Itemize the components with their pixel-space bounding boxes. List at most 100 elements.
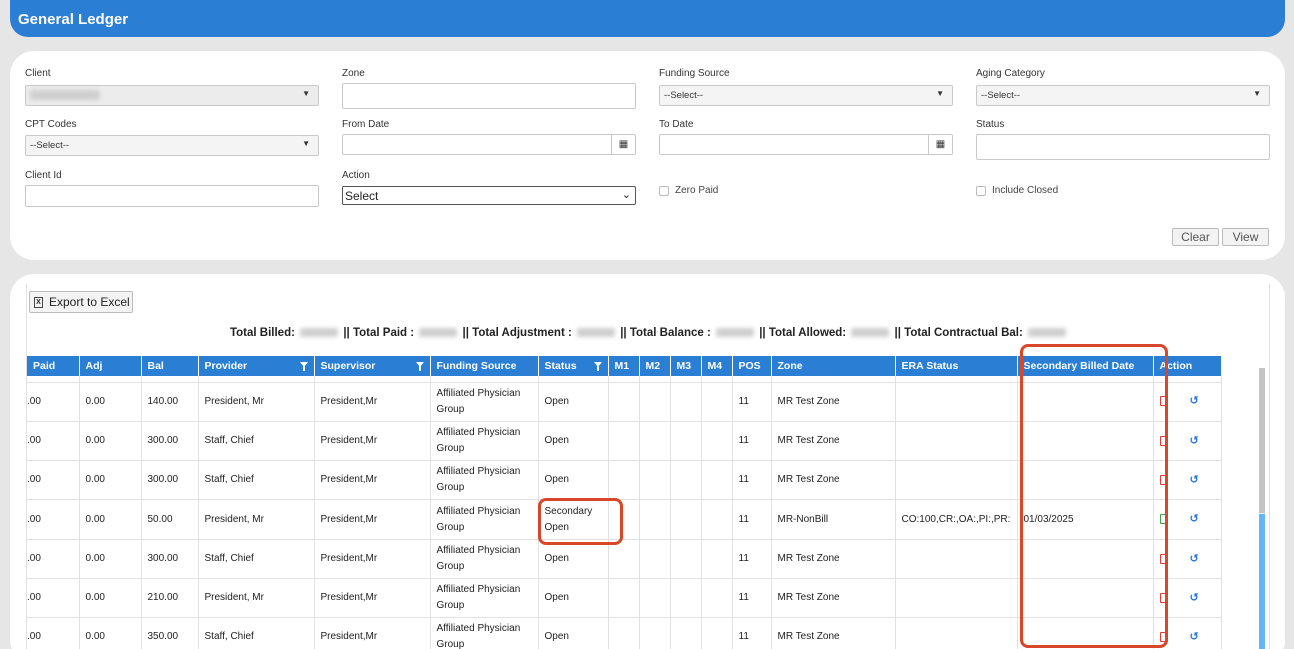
filter-icon[interactable] <box>415 362 424 371</box>
scrollbar-thumb[interactable] <box>1259 368 1265 513</box>
page-title: General Ledger <box>18 11 129 28</box>
column-header-status[interactable]: Status <box>538 356 609 376</box>
document-icon[interactable] <box>1159 592 1168 603</box>
table-row[interactable]: .00 0.00 50.00 President, Mr President,Mr Aff… <box>27 499 1222 540</box>
column-header-bal[interactable]: Bal <box>141 356 199 376</box>
client-select[interactable]: ▼ <box>25 85 319 106</box>
table-cell-empty <box>670 382 702 422</box>
document-icon[interactable] <box>1159 396 1168 407</box>
checkbox-box[interactable] <box>976 185 986 196</box>
table-row[interactable]: .00 0.00 300.00 Staff, Chief President,Mr Aff… <box>27 421 1222 462</box>
to-date-input[interactable]: ▦ <box>659 134 953 155</box>
table-cell-provider: Staff, Chief <box>198 617 315 649</box>
column-header-m4[interactable]: M4 <box>701 356 733 376</box>
blurred-value <box>716 328 754 338</box>
table-cell-supervisor: President,Mr <box>314 382 431 422</box>
total-paid-label: || Total Paid : <box>343 327 415 339</box>
table-row[interactable]: .00 0.00 350.00 Staff, Chief President,Mr Aff… <box>27 617 1222 649</box>
history-icon[interactable]: ↺ <box>1190 590 1199 606</box>
cpt-codes-select[interactable]: --Select-- ▼ <box>25 135 319 156</box>
column-header-secondary-billed-date[interactable]: Secondary Billed Date <box>1017 356 1154 376</box>
table-cell-zone: MR Test Zone <box>771 539 896 579</box>
table-cell-status: Open <box>538 539 609 579</box>
document-icon[interactable] <box>1159 435 1168 446</box>
column-header-pos[interactable]: POS <box>732 356 772 376</box>
history-icon[interactable]: ↺ <box>1190 472 1199 488</box>
funding-source-select[interactable]: --Select-- ▼ <box>659 85 953 106</box>
table-cell-zone: MR Test Zone <box>771 578 896 619</box>
history-icon[interactable]: ↺ <box>1190 629 1199 645</box>
column-header-funding-source[interactable]: Funding Source <box>430 356 539 376</box>
client-id-input[interactable] <box>25 185 319 207</box>
view-button[interactable]: View <box>1222 228 1269 246</box>
client-label: Client <box>25 68 51 79</box>
action-select[interactable]: Select ⌄ <box>342 186 636 205</box>
table-row[interactable]: .00 0.00 300.00 Staff, Chief President,Mr Aff… <box>27 460 1222 501</box>
table-cell-empty <box>670 460 702 501</box>
history-icon[interactable]: ↺ <box>1190 511 1199 527</box>
table-cell-paid: .00 <box>27 499 80 540</box>
history-icon[interactable]: ↺ <box>1190 433 1199 449</box>
column-header-label: Bal <box>147 360 164 372</box>
ledger-table: Paid Adj Bal Provider Supervisor Funding Sour… <box>27 356 1222 649</box>
table-row[interactable]: .00 0.00 210.00 President, Mr President,Mr Af… <box>27 578 1222 619</box>
table-cell-paid: .00 <box>27 578 80 619</box>
table-cell-status: Open <box>538 382 609 422</box>
table-cell-empty <box>639 421 671 462</box>
table-cell-zone: MR Test Zone <box>771 382 896 422</box>
scrollbar-highlight[interactable] <box>1259 514 1265 649</box>
from-date-input[interactable]: ▦ <box>342 134 636 155</box>
zero-paid-checkbox[interactable]: Zero Paid <box>659 185 718 196</box>
table-row[interactable]: .00 0.00 300.00 Staff, Chief President,Mr Aff… <box>27 539 1222 579</box>
filter-icon[interactable] <box>593 362 602 371</box>
action-label: Action <box>342 170 370 181</box>
column-header-m2[interactable]: M2 <box>639 356 671 376</box>
document-icon[interactable] <box>1159 632 1168 643</box>
column-header-paid[interactable]: Paid <box>27 356 80 376</box>
checkbox-box[interactable] <box>659 185 669 196</box>
table-cell-adj: 0.00 <box>79 421 142 462</box>
column-header-m3[interactable]: M3 <box>670 356 702 376</box>
include-closed-checkbox[interactable]: Include Closed <box>976 185 1058 196</box>
column-header-adj[interactable]: Adj <box>79 356 142 376</box>
column-header-action[interactable]: Action <box>1153 356 1222 376</box>
table-cell-empty <box>701 382 733 422</box>
column-header-label: Provider <box>204 360 248 372</box>
export-to-excel-button[interactable]: X Export to Excel <box>29 291 133 313</box>
table-cell-status: Secondary Open <box>538 499 609 540</box>
status-input[interactable] <box>976 134 1270 160</box>
table-cell-status: Open <box>538 578 609 619</box>
table-cell-adj: 0.00 <box>79 460 142 501</box>
document-icon[interactable] <box>1159 474 1168 485</box>
column-header-era-status[interactable]: ERA Status <box>895 356 1018 376</box>
table-cell-empty <box>608 460 640 501</box>
funding-source-value: --Select-- <box>664 90 704 101</box>
table-cell-empty <box>701 421 733 462</box>
total-contractual-label: || Total Contractual Bal: <box>894 327 1023 339</box>
column-header-label: Supervisor <box>320 360 376 372</box>
table-row[interactable]: .00 0.00 140.00 President, Mr President,Mr Af… <box>27 382 1222 422</box>
table-cell-funding: Affiliated Physician Group <box>430 539 539 579</box>
table-cell-funding: Affiliated Physician Group <box>430 499 539 540</box>
calendar-icon[interactable]: ▦ <box>611 135 635 154</box>
aging-category-select[interactable]: --Select-- ▼ <box>976 85 1270 106</box>
zone-input[interactable] <box>342 83 636 109</box>
column-header-supervisor[interactable]: Supervisor <box>314 356 431 376</box>
status-label: Status <box>976 119 1005 130</box>
table-cell-paid: .00 <box>27 539 80 579</box>
column-header-m1[interactable]: M1 <box>608 356 640 376</box>
column-header-zone[interactable]: Zone <box>771 356 896 376</box>
history-icon[interactable]: ↺ <box>1190 393 1199 409</box>
document-icon[interactable] <box>1159 553 1168 564</box>
calendar-icon[interactable]: ▦ <box>928 135 952 154</box>
table-cell-era <box>895 421 1018 462</box>
column-header-provider[interactable]: Provider <box>198 356 315 376</box>
column-header-label: Paid <box>33 360 56 372</box>
clear-button[interactable]: Clear <box>1172 228 1219 246</box>
filter-icon[interactable] <box>299 362 308 371</box>
table-cell-adj: 0.00 <box>79 499 142 540</box>
table-cell-empty <box>639 460 671 501</box>
document-icon[interactable] <box>1159 514 1168 525</box>
table-cell-era <box>895 578 1018 619</box>
history-icon[interactable]: ↺ <box>1190 551 1199 567</box>
